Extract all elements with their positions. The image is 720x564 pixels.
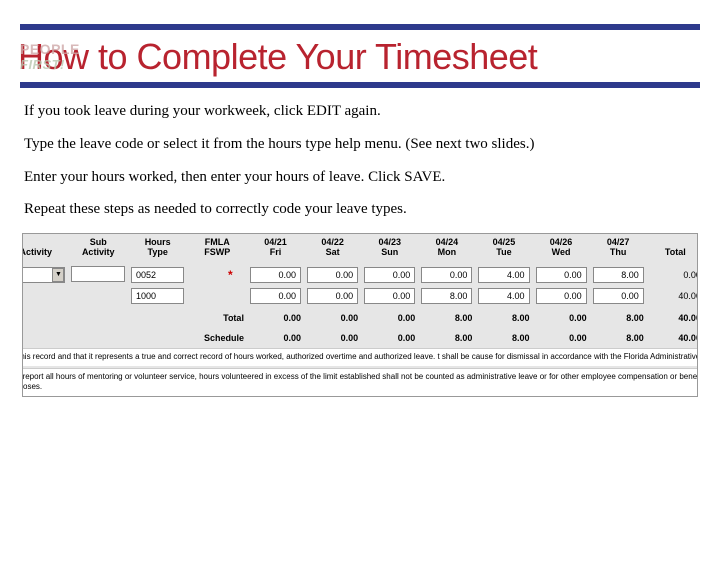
total-cell: 40.00	[647, 306, 698, 326]
instruction-paragraph-3: Enter your hours worked, then enter your…	[24, 168, 696, 187]
certification-text-2: e to report all hours of mentoring or vo…	[22, 368, 698, 397]
header-day-04-22: 04/22 Sat	[304, 234, 361, 264]
total-cell: 0.00	[533, 306, 590, 326]
total-cell: 0.00	[247, 306, 304, 326]
hours-input[interactable]: 0.00	[364, 288, 415, 304]
activity-select[interactable]: ▼	[22, 267, 65, 283]
header-fmla: FMLA FSWP	[187, 234, 247, 264]
hours-input[interactable]: 0.00	[421, 267, 472, 283]
hours-input[interactable]: 8.00	[593, 267, 644, 283]
schedule-cell: 0.00	[247, 326, 304, 346]
logo-line2: FIRST!	[20, 57, 65, 72]
logo-line1: PEOPLE	[20, 41, 80, 57]
instruction-paragraph-1: If you took leave during your workweek, …	[24, 102, 696, 121]
schedule-cell: 0.00	[533, 326, 590, 346]
schedule-cell: 0.00	[304, 326, 361, 346]
page-title: How to Complete Your Timesheet	[18, 36, 720, 78]
total-row: Total 0.00 0.00 0.00 8.00 8.00 0.00 8.00…	[22, 306, 698, 326]
total-cell: 8.00	[590, 306, 647, 326]
header-hours-type: Hours Type	[128, 234, 188, 264]
hours-input[interactable]: 0.00	[307, 267, 358, 283]
schedule-cell: 8.00	[590, 326, 647, 346]
hours-input[interactable]: 0.00	[593, 288, 644, 304]
mid-divider	[20, 82, 700, 88]
hours-type-input[interactable]: 0052	[131, 267, 185, 283]
chevron-down-icon: ▼	[52, 268, 64, 282]
header-day-04-25: 04/25 Tue	[475, 234, 532, 264]
schedule-cell: 8.00	[418, 326, 475, 346]
schedule-row: Schedule 0.00 0.00 0.00 8.00 8.00 0.00 8…	[22, 326, 698, 346]
total-cell: 8.00	[418, 306, 475, 326]
total-cell: 8.00	[475, 306, 532, 326]
hours-input[interactable]: 0.00	[536, 288, 587, 304]
hours-input[interactable]: 0.00	[307, 288, 358, 304]
total-cell: 0.00	[304, 306, 361, 326]
header-day-04-24: 04/24 Mon	[418, 234, 475, 264]
hours-input[interactable]: 0.00	[536, 267, 587, 283]
header-day-04-21: 04/21 Fri	[247, 234, 304, 264]
header-activity: Activity	[22, 234, 68, 264]
hours-input[interactable]: 0.00	[250, 267, 301, 283]
hours-type-input[interactable]: 1000	[131, 288, 185, 304]
required-asterisk: *	[228, 268, 233, 282]
hours-input[interactable]: 4.00	[478, 267, 529, 283]
timesheet-table: Activity Sub Activity Hours Type FMLA FS…	[22, 234, 698, 346]
header-total: Total	[647, 234, 698, 264]
certification-text-1: ed this record and that it represents a …	[22, 348, 698, 366]
row-total: 0.00	[647, 264, 698, 286]
header-day-04-23: 04/23 Sun	[361, 234, 418, 264]
hours-input[interactable]: 4.00	[478, 288, 529, 304]
hours-input[interactable]: 0.00	[364, 267, 415, 283]
total-cell: 0.00	[361, 306, 418, 326]
row-total: 40.00	[647, 286, 698, 306]
header-sub-activity: Sub Activity	[68, 234, 128, 264]
timesheet-panel: * Activity Sub Activity Hours Type FMLA …	[22, 233, 698, 397]
header-day-04-26: 04/26 Wed	[533, 234, 590, 264]
instruction-paragraph-2: Type the leave code or select it from th…	[24, 135, 696, 154]
table-row: 1000 0.00 0.00 0.00 8.00 4.00 0.00 0.00 …	[22, 286, 698, 306]
schedule-cell: 8.00	[475, 326, 532, 346]
hours-input[interactable]: 0.00	[250, 288, 301, 304]
sub-activity-input[interactable]	[71, 266, 125, 282]
table-row: ▼ 0052 0.00 0.00 0.00 0.00 4.00 0.00 8.0…	[22, 264, 698, 286]
schedule-cell: 40.00	[647, 326, 698, 346]
schedule-label: Schedule	[128, 326, 247, 346]
total-label: Total	[128, 306, 247, 326]
hours-input[interactable]: 8.00	[421, 288, 472, 304]
logo-watermark: PEOPLE FIRST!	[20, 42, 80, 73]
instruction-paragraph-4: Repeat these steps as needed to correctl…	[24, 200, 696, 219]
header-day-04-27: 04/27 Thu	[590, 234, 647, 264]
top-divider	[20, 24, 700, 30]
schedule-cell: 0.00	[361, 326, 418, 346]
